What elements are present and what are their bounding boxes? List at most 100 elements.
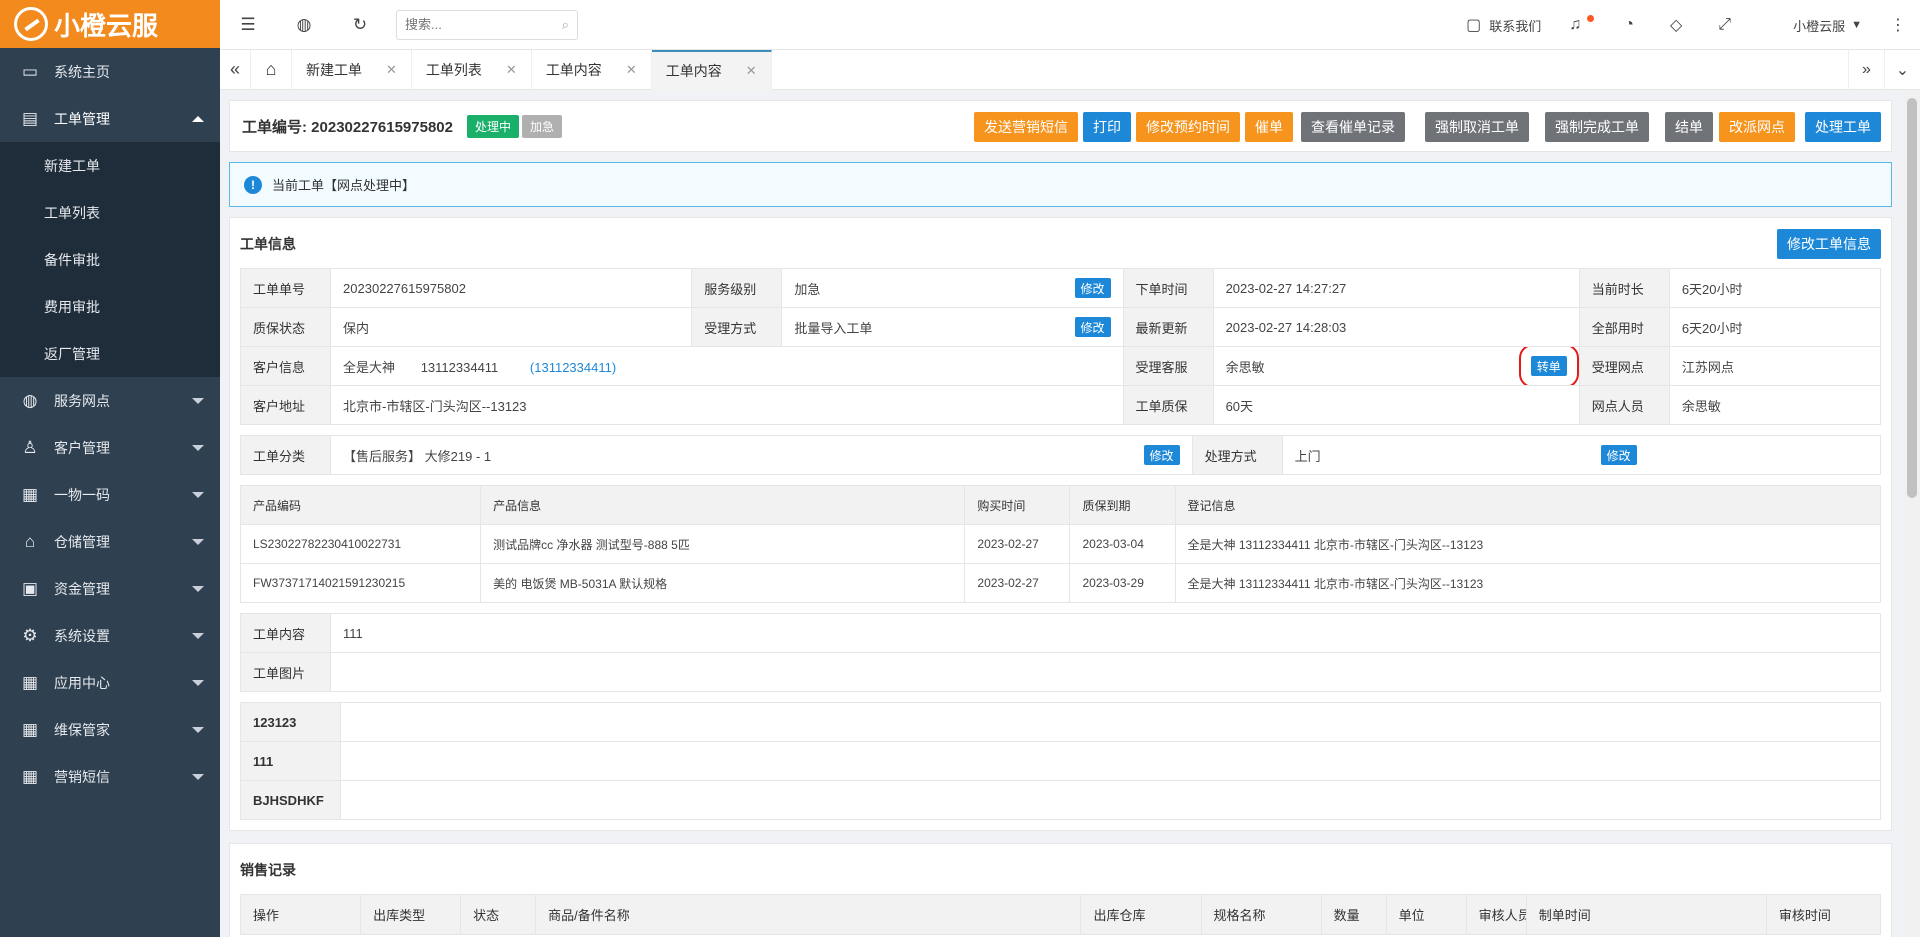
view-urge-records-button[interactable]: 查看催单记录 — [1301, 112, 1405, 142]
sidebar-item-label: 营销短信 — [54, 768, 110, 785]
sidebar-item-orders[interactable]: ▤ 工单管理 — [0, 95, 220, 142]
sidebar-item-home[interactable]: ▭ 系统主页 — [0, 48, 220, 95]
tabs-scroll-right-icon[interactable]: » — [1848, 50, 1884, 90]
tab-order-list[interactable]: 工单列表 ✕ — [412, 49, 532, 90]
monitor-icon: ▭ — [21, 61, 39, 81]
close-order-button[interactable]: 结单 — [1665, 112, 1713, 142]
sidebar-item-finance[interactable]: ▣ 资金管理 — [0, 565, 220, 612]
tag-button[interactable]: ◇ — [1656, 15, 1704, 35]
close-icon[interactable]: ✕ — [626, 62, 637, 78]
label-warranty-status: 质保状态 — [239, 307, 332, 347]
transfer-order-button[interactable]: 转单 — [1518, 347, 1579, 385]
submenu-item-return-factory[interactable]: 返厂管理 — [0, 330, 220, 377]
sidebar-item-sms-marketing[interactable]: ▦ 营销短信 — [0, 753, 220, 800]
modify-handle-method-button[interactable]: 修改 — [1600, 445, 1637, 465]
search-icon[interactable]: ⌕ — [562, 17, 569, 33]
content-table: 工单内容 111 工单图片 — [240, 613, 1881, 692]
modify-category-button[interactable]: 修改 — [1143, 445, 1180, 465]
brand-logo[interactable]: 小橙云服 — [0, 0, 220, 48]
submenu-item-parts-approval[interactable]: 备件审批 — [0, 236, 220, 283]
fullscreen-icon: ⤢ — [1718, 16, 1732, 33]
tabs-dropdown-icon[interactable]: ⌄ — [1884, 50, 1920, 90]
tab-label: 新建工单 — [306, 61, 362, 78]
home-tab[interactable]: ⌂ — [250, 49, 292, 90]
sidebar-item-settings[interactable]: ⚙ 系统设置 — [0, 612, 220, 659]
tab-order-content-active[interactable]: 工单内容 ✕ — [651, 49, 772, 90]
order-actions: 发送营销短信 打印 修改预约时间 催单 查看催单记录 强制取消工单 强制完成工单… — [966, 112, 1881, 142]
submenu-item-new-order[interactable]: 新建工单 — [0, 142, 220, 189]
tab-label: 工单内容 — [545, 61, 602, 78]
product-info: 美的 电饭煲 MB-5031A 默认规格 — [480, 563, 966, 603]
close-icon[interactable]: ✕ — [746, 63, 757, 79]
table-row: LS23022782230410022731 测试品牌cc 净水器 测试型号-8… — [239, 524, 1882, 564]
process-order-button[interactable]: 处理工单 — [1805, 112, 1881, 142]
more-icon[interactable]: ⋮ — [1876, 15, 1920, 35]
warranty-expiry: 2023-03-04 — [1069, 524, 1176, 564]
close-icon[interactable]: ✕ — [386, 62, 397, 78]
column-header: 审核人员 — [1465, 894, 1527, 935]
alert-text: 当前工单【网点处理中】 — [272, 178, 416, 193]
value-accept-method-cell: 批量导入工单 修改 — [781, 307, 1124, 347]
table-row: 111 — [240, 741, 1881, 781]
tabs-scroll-left-icon[interactable]: « — [220, 59, 250, 80]
customer-phone-link[interactable]: (13112334411) — [530, 360, 616, 375]
modify-service-level-button[interactable]: 修改 — [1074, 278, 1111, 298]
chevron-down-icon — [192, 586, 204, 592]
chevron-down-icon — [192, 774, 204, 780]
edit-order-info-button[interactable]: 修改工单信息 — [1777, 229, 1881, 259]
globe-icon[interactable]: ◍ — [276, 15, 332, 35]
sidebar-item-one-code[interactable]: ▦ 一物一码 — [0, 471, 220, 518]
sales-records-header: 销售记录 — [240, 854, 1881, 886]
sidebar-item-label: 工单管理 — [54, 110, 110, 127]
refresh-icon[interactable]: ↻ — [332, 15, 388, 35]
notification-button[interactable]: ♫ — [1555, 14, 1610, 34]
bank-icon: ⌂ — [24, 531, 36, 551]
contact-us-link[interactable]: ▢ 联系我们 — [1452, 15, 1555, 35]
top-bar: ☰ ◍ ↻ ⌕ ▢ 联系我们 ♫ ◔ ◇ ⤢ 小橙云服 ▼ ⋮ — [220, 0, 1920, 50]
sidebar-item-app-center[interactable]: ▦ 应用中心 — [0, 659, 220, 706]
theme-button[interactable]: ◔ — [1610, 16, 1656, 34]
tab-new-order[interactable]: 新建工单 ✕ — [292, 49, 412, 90]
force-complete-button[interactable]: 强制完成工单 — [1545, 112, 1649, 142]
submenu-item-order-list[interactable]: 工单列表 — [0, 189, 220, 236]
menu-toggle-icon[interactable]: ☰ — [220, 15, 276, 35]
column-header: 商品/备件名称 — [535, 894, 1082, 935]
chevron-down-icon: ▼ — [1851, 19, 1862, 31]
sidebar-item-warehouse[interactable]: ⌂ 仓储管理 — [0, 518, 220, 565]
sidebar: 小橙云服 ▭ 系统主页 ▤ 工单管理 新建工单 工单列表 备件审批 费用审批 返… — [0, 0, 220, 937]
sidebar-item-maintenance[interactable]: ▦ 维保管家 — [0, 706, 220, 753]
force-cancel-button[interactable]: 强制取消工单 — [1425, 112, 1529, 142]
grid-icon: ▦ — [21, 484, 39, 504]
table-row: 客户地址 北京市-市辖区-门头沟区--13123 工单质保 60天 网点人员 余… — [239, 385, 1882, 425]
sidebar-item-service-outlets[interactable]: ◍ 服务网点 — [0, 377, 220, 424]
column-header: 数量 — [1320, 894, 1387, 935]
sidebar-item-customers[interactable]: ♙ 客户管理 — [0, 424, 220, 471]
column-header: 审核时间 — [1765, 894, 1882, 935]
send-sms-button[interactable]: 发送营销短信 — [974, 112, 1078, 142]
modify-accept-method-button[interactable]: 修改 — [1074, 317, 1111, 337]
grid-icon: ▦ — [21, 719, 39, 739]
column-header: 质保到期 — [1069, 485, 1176, 525]
page-scrollbar[interactable] — [1904, 90, 1920, 937]
fullscreen-button[interactable]: ⤢ — [1704, 16, 1753, 34]
extra-field-label: 123123 — [240, 702, 341, 742]
table-row: 工单分类 【售后服务】 大修219 - 1 修改 处理方式 上门 修改 — [239, 435, 1882, 475]
user-menu[interactable]: 小橙云服 ▼ — [1753, 16, 1876, 35]
value-category-cell: 【售后服务】 大修219 - 1 修改 — [330, 435, 1193, 475]
urge-button[interactable]: 催单 — [1245, 112, 1293, 142]
scrollbar-thumb[interactable] — [1907, 98, 1917, 498]
extra-field-value — [340, 702, 1881, 742]
tab-order-content[interactable]: 工单内容 ✕ — [532, 49, 652, 90]
reassign-outlet-button[interactable]: 改派网点 — [1719, 112, 1795, 142]
column-header: 规格名称 — [1200, 894, 1322, 935]
chevron-down-icon — [192, 633, 204, 639]
sidebar-item-label: 维保管家 — [54, 721, 110, 738]
column-header: 购买时间 — [964, 485, 1071, 525]
submenu-item-fee-approval[interactable]: 费用审批 — [0, 283, 220, 330]
section-title: 工单信息 — [240, 236, 296, 252]
modify-appointment-button[interactable]: 修改预约时间 — [1136, 112, 1240, 142]
search-input[interactable] — [405, 17, 545, 32]
print-button[interactable]: 打印 — [1083, 112, 1131, 142]
close-icon[interactable]: ✕ — [506, 62, 517, 78]
value-accept-method: 批量导入工单 — [794, 320, 873, 336]
